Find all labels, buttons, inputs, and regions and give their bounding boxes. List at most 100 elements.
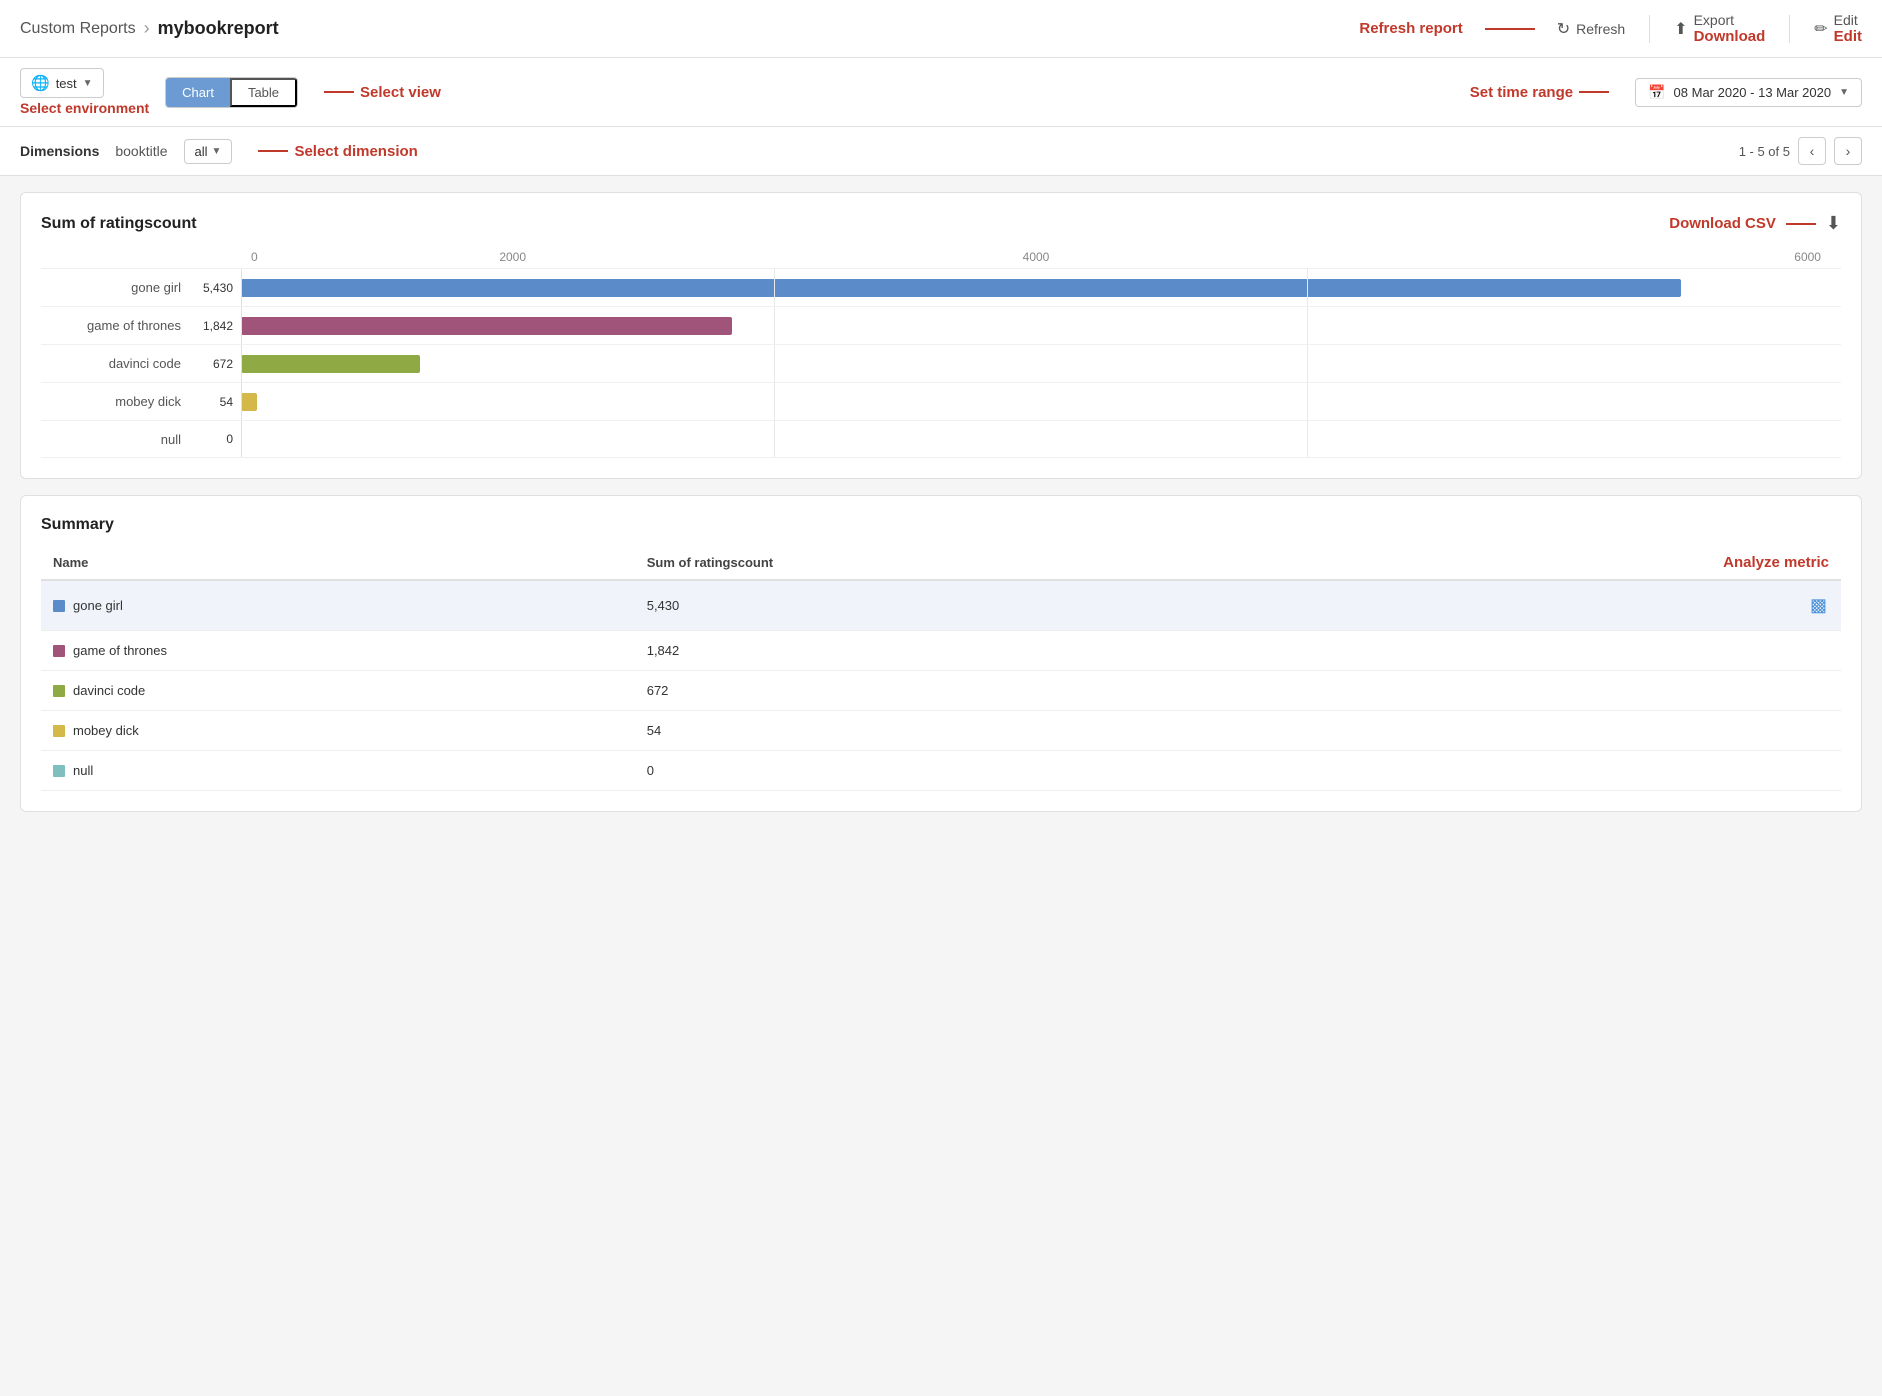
row-value: 672 [191, 357, 241, 371]
row-name: game of thrones [73, 643, 167, 658]
table-row: null 0 [41, 751, 1841, 791]
grid-line [1307, 383, 1308, 420]
dim-filter-label: all [195, 144, 208, 159]
table-cell-analyze [1282, 711, 1841, 751]
edit-button[interactable]: ✏ Edit Edit [1814, 12, 1862, 45]
table-cell-name: davinci code [41, 671, 635, 711]
summary-card: Summary Name Sum of ratingscount Analyze… [20, 495, 1862, 812]
bar-container [241, 383, 1841, 420]
chart-title: Sum of ratingscount [41, 215, 197, 233]
time-label: 08 Mar 2020 - 13 Mar 2020 [1674, 85, 1832, 100]
grid-line-2000 [774, 269, 775, 306]
grid-line [774, 383, 775, 420]
env-selector[interactable]: 🌐 test ▼ [20, 68, 104, 98]
dimension-bar: Dimensions booktitle all ▼ Select dimens… [0, 127, 1882, 176]
row-label: mobey dick [41, 394, 191, 409]
row-value: 1,842 [191, 319, 241, 333]
row-label: davinci code [41, 356, 191, 371]
table-tab[interactable]: Table [230, 78, 297, 107]
select-view-annotation: Select view [322, 84, 441, 101]
axis-2000: 2000 [251, 250, 774, 264]
download-csv-icon: ⬇ [1826, 213, 1841, 234]
grid-line [774, 421, 775, 457]
pagination: 1 - 5 of 5 ‹ › [1739, 137, 1862, 165]
divider-1 [1649, 15, 1650, 43]
table-row: game of thrones 1,842 [41, 631, 1841, 671]
row-value: 5,430 [191, 281, 241, 295]
chart-row: game of thrones 1,842 [41, 306, 1841, 344]
divider-2 [1789, 15, 1790, 43]
chart-row: mobey dick 54 [41, 382, 1841, 420]
grid-line [1307, 421, 1308, 457]
grid-line [774, 307, 775, 344]
breadcrumb-separator: › [144, 18, 150, 39]
table-cell-analyze: ▩ [1282, 580, 1841, 631]
export-button[interactable]: ⬆ Export Download [1674, 12, 1765, 45]
table-row: gone girl 5,430 ▩ [41, 580, 1841, 631]
ann-line-view [324, 91, 354, 93]
caret-icon: ▼ [83, 78, 93, 89]
toolbar: 🌐 test ▼ Select environment Chart Table … [0, 58, 1882, 127]
export-icon: ⬆ [1674, 19, 1687, 39]
summary-title: Summary [41, 516, 1841, 534]
chart-card-header: Sum of ratingscount Download CSV ⬇ [41, 213, 1841, 234]
dimension-filter[interactable]: all ▼ [184, 139, 233, 164]
grid-line [1307, 307, 1308, 344]
table-cell-name: gone girl [41, 580, 635, 631]
download-annotation: Download [1694, 28, 1766, 45]
bar-container [241, 269, 1841, 306]
time-range-picker[interactable]: 📅 08 Mar 2020 - 13 Mar 2020 ▼ [1635, 78, 1862, 107]
ann-line-dim [258, 150, 288, 152]
row-value: 0 [191, 432, 241, 446]
grid-line [1307, 345, 1308, 382]
bar-davinci [241, 355, 420, 373]
chart-row: davinci code 672 [41, 344, 1841, 382]
dim-filter-caret: ▼ [212, 146, 222, 157]
axis-6000: 6000 [1298, 250, 1821, 264]
refresh-button[interactable]: ↻ Refresh [1557, 19, 1625, 39]
next-page-button[interactable]: › [1834, 137, 1862, 165]
chart-row: null 0 [41, 420, 1841, 458]
prev-page-button[interactable]: ‹ [1798, 137, 1826, 165]
chart-wrapper: 0 2000 4000 6000 gone girl 5,430 [41, 250, 1841, 458]
select-dim-label: Select dimension [294, 143, 417, 160]
bar-game-of-thrones [241, 317, 732, 335]
export-label: Export [1694, 12, 1734, 28]
color-indicator [53, 685, 65, 697]
bar-container [241, 307, 1841, 344]
select-env-annotation: Select environment [20, 100, 149, 116]
color-indicator [53, 725, 65, 737]
breadcrumb-current: mybookreport [158, 18, 279, 39]
chart-axis: 0 2000 4000 6000 [251, 250, 1841, 264]
col-metric-header: Sum of ratingscount [635, 546, 1282, 580]
top-header: Custom Reports › mybookreport Refresh re… [0, 0, 1882, 58]
row-name: null [73, 763, 93, 778]
dimension-name: booktitle [115, 143, 167, 159]
ann-line-time [1579, 91, 1609, 93]
chart-rows: gone girl 5,430 game of thrones 1,842 [41, 268, 1841, 458]
bar-mobey [241, 393, 257, 411]
breadcrumb: Custom Reports › mybookreport [20, 18, 1359, 39]
grid-line [241, 421, 242, 457]
table-row: davinci code 672 [41, 671, 1841, 711]
chart-card: Sum of ratingscount Download CSV ⬇ 0 200… [20, 192, 1862, 479]
globe-icon: 🌐 [31, 74, 50, 92]
grid-line [774, 345, 775, 382]
refresh-report-annotation: Refresh report [1359, 20, 1462, 37]
row-name: gone girl [73, 598, 123, 613]
grid-line-0 [241, 269, 242, 306]
breadcrumb-parent[interactable]: Custom Reports [20, 20, 136, 38]
color-indicator [53, 645, 65, 657]
chart-tab[interactable]: Chart [166, 78, 230, 107]
grid-line [241, 307, 242, 344]
edit-icon: ✏ [1814, 19, 1827, 39]
row-label: null [41, 432, 191, 447]
edit-annotation: Edit [1834, 28, 1862, 45]
download-csv-button[interactable]: ⬇ [1826, 213, 1841, 234]
analyze-button[interactable]: ▩ [1808, 593, 1829, 618]
col-name-header: Name [41, 546, 635, 580]
refresh-icon: ↻ [1557, 19, 1570, 39]
refresh-label: Refresh [1576, 21, 1625, 37]
table-cell-value: 0 [635, 751, 1282, 791]
grid-line [241, 345, 242, 382]
